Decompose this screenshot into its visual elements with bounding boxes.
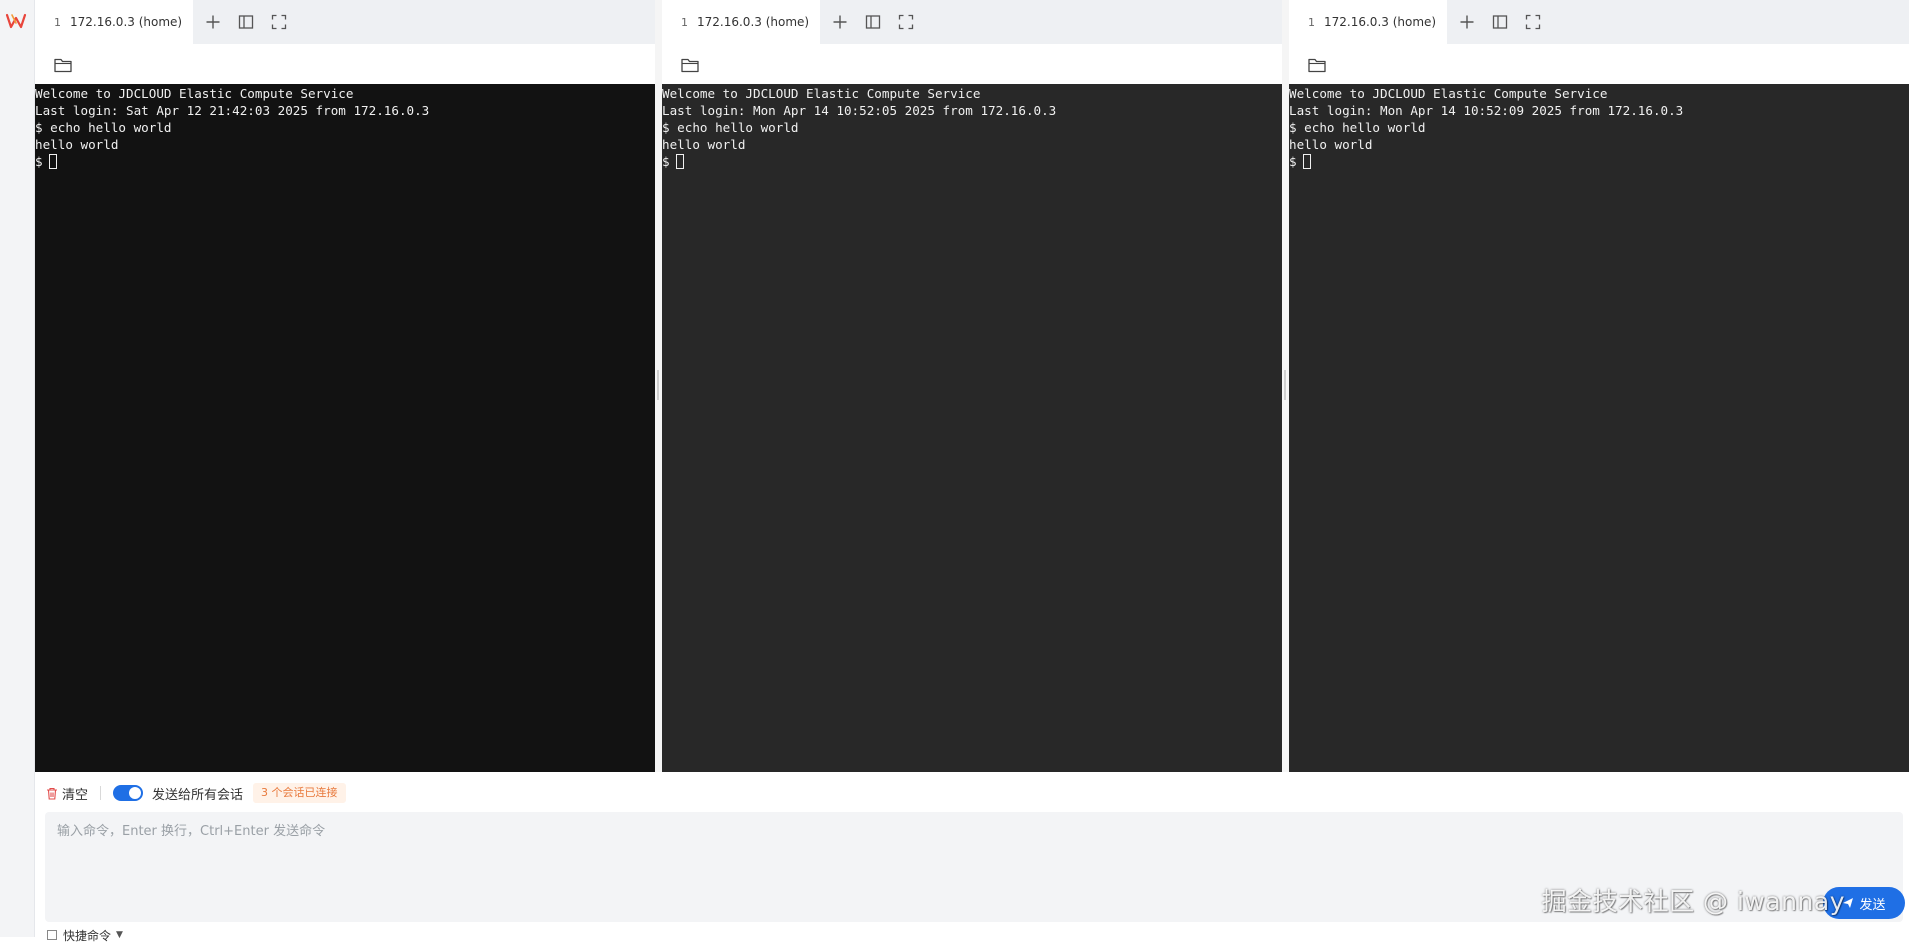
terminal-cursor bbox=[48, 154, 57, 169]
plus-icon bbox=[1460, 15, 1474, 29]
tab-bar: 1 172.16.0.3 (home) bbox=[662, 0, 1282, 44]
terminal-line: Welcome to JDCLOUD Elastic Compute Servi… bbox=[662, 86, 981, 101]
clear-label: 清空 bbox=[62, 787, 89, 803]
folder-icon[interactable] bbox=[680, 56, 700, 74]
terminal-cursor bbox=[1302, 154, 1311, 169]
session-tab[interactable]: 1 172.16.0.3 (home) bbox=[35, 0, 193, 44]
folder-icon[interactable] bbox=[1307, 56, 1327, 74]
split-pane-button[interactable] bbox=[1488, 10, 1512, 34]
command-input[interactable] bbox=[45, 812, 1903, 922]
toggle-knob bbox=[129, 787, 142, 799]
tab-number: 1 bbox=[681, 15, 688, 29]
fullscreen-icon bbox=[1525, 14, 1541, 30]
file-path-bar bbox=[662, 44, 1282, 84]
fullscreen-button[interactable] bbox=[1521, 10, 1545, 34]
chevron-down-icon: ▼ bbox=[116, 930, 123, 940]
folder-icon[interactable] bbox=[53, 56, 73, 74]
pane-resize-handle[interactable] bbox=[655, 0, 662, 772]
terminal-output[interactable]: Welcome to JDCLOUD Elastic Compute Servi… bbox=[1289, 84, 1909, 772]
tab-number: 1 bbox=[54, 15, 61, 29]
fullscreen-button[interactable] bbox=[894, 10, 918, 34]
new-tab-button[interactable] bbox=[1455, 10, 1479, 34]
file-path-bar bbox=[1289, 44, 1909, 84]
send-icon bbox=[1843, 898, 1854, 908]
fullscreen-icon bbox=[271, 14, 287, 30]
fullscreen-button[interactable] bbox=[267, 10, 291, 34]
left-rail bbox=[0, 0, 35, 937]
quick-commands-toggle[interactable]: 快捷命令 ▼ bbox=[47, 928, 123, 943]
plus-icon bbox=[206, 15, 220, 29]
split-view-icon bbox=[1492, 15, 1508, 29]
broadcast-label: 发送给所有会话 bbox=[152, 787, 244, 803]
new-tab-button[interactable] bbox=[828, 10, 852, 34]
quick-commands-label: 快捷命令 bbox=[63, 928, 112, 943]
fullscreen-icon bbox=[898, 14, 914, 30]
tab-bar: 1 172.16.0.3 (home) bbox=[35, 0, 655, 44]
terminal-cursor bbox=[675, 154, 684, 169]
terminal-line: Last login: Mon Apr 14 10:52:05 2025 fro… bbox=[662, 103, 1057, 118]
terminal-panes: 1 172.16.0.3 (home) Welcome to JDCLOUD E… bbox=[35, 0, 1915, 772]
session-tab[interactable]: 1 172.16.0.3 (home) bbox=[1289, 0, 1447, 44]
prompt-symbol: $ bbox=[1289, 154, 1297, 169]
terminal-line: hello world bbox=[35, 137, 119, 152]
terminal-line: $ echo hello world bbox=[35, 120, 172, 135]
terminal-line: Last login: Mon Apr 14 10:52:09 2025 fro… bbox=[1289, 103, 1684, 118]
split-view-icon bbox=[865, 15, 881, 29]
tab-title: 172.16.0.3 (home) bbox=[70, 15, 183, 29]
terminal-line: Last login: Sat Apr 12 21:42:03 2025 fro… bbox=[35, 103, 430, 118]
trash-icon bbox=[47, 787, 57, 800]
terminal-line: $ echo hello world bbox=[1289, 120, 1426, 135]
resize-grip bbox=[1284, 370, 1286, 400]
terminal-prompt-line: $ bbox=[662, 153, 1282, 170]
quick-commands-checkbox-icon bbox=[47, 930, 57, 940]
prompt-symbol: $ bbox=[35, 154, 43, 169]
terminal-output[interactable]: Welcome to JDCLOUD Elastic Compute Servi… bbox=[35, 84, 655, 772]
terminal-line: $ echo hello world bbox=[662, 120, 799, 135]
send-label: 发送 bbox=[1859, 897, 1886, 913]
clear-button[interactable]: 清空 bbox=[46, 784, 88, 803]
tab-number: 1 bbox=[1308, 15, 1315, 29]
session-tab[interactable]: 1 172.16.0.3 (home) bbox=[662, 0, 820, 44]
pane-resize-handle[interactable] bbox=[1282, 0, 1289, 772]
tab-title: 172.16.0.3 (home) bbox=[1324, 15, 1437, 29]
tab-title: 172.16.0.3 (home) bbox=[697, 15, 810, 29]
terminal-line: Welcome to JDCLOUD Elastic Compute Servi… bbox=[35, 86, 354, 101]
command-broadcast-panel: 清空 发送给所有会话 3 个会话已连接 发送 快捷命令 ▼ bbox=[35, 772, 1915, 943]
send-button[interactable]: 发送 bbox=[1823, 887, 1905, 919]
file-path-bar bbox=[35, 44, 655, 84]
toolbar-divider bbox=[100, 786, 102, 800]
plus-icon bbox=[833, 15, 847, 29]
resize-grip bbox=[657, 370, 659, 400]
tab-bar: 1 172.16.0.3 (home) bbox=[1289, 0, 1909, 44]
split-pane-button[interactable] bbox=[234, 10, 258, 34]
terminal-pane-3: 1 172.16.0.3 (home) Welcome to JDCLOUD E… bbox=[1289, 0, 1909, 772]
split-view-icon bbox=[238, 15, 254, 29]
new-tab-button[interactable] bbox=[201, 10, 225, 34]
prompt-symbol: $ bbox=[662, 154, 670, 169]
terminal-output[interactable]: Welcome to JDCLOUD Elastic Compute Servi… bbox=[662, 84, 1282, 772]
app-logo-w-icon[interactable] bbox=[5, 10, 27, 32]
terminal-prompt-line: $ bbox=[1289, 153, 1909, 170]
terminal-pane-2: 1 172.16.0.3 (home) Welcome to JDCLOUD E… bbox=[662, 0, 1282, 772]
broadcast-toggle[interactable] bbox=[113, 785, 144, 801]
split-pane-button[interactable] bbox=[861, 10, 885, 34]
terminal-pane-1: 1 172.16.0.3 (home) Welcome to JDCLOUD E… bbox=[35, 0, 655, 772]
terminal-line: hello world bbox=[662, 137, 746, 152]
terminal-prompt-line: $ bbox=[35, 153, 655, 170]
terminal-line: Welcome to JDCLOUD Elastic Compute Servi… bbox=[1289, 86, 1608, 101]
terminal-line: hello world bbox=[1289, 137, 1373, 152]
broadcast-toolbar: 清空 发送给所有会话 3 个会话已连接 bbox=[46, 781, 346, 805]
connected-sessions-badge: 3 个会话已连接 bbox=[253, 783, 346, 803]
